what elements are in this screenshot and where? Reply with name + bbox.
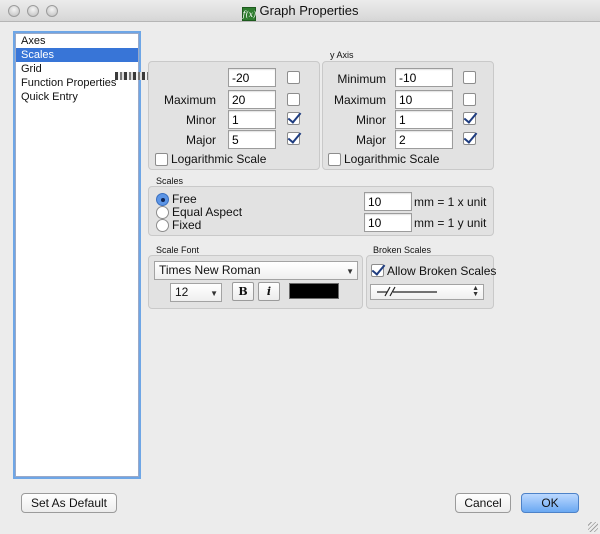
chevron-down-icon: ▼	[210, 289, 218, 298]
x-minor-auto-checkbox[interactable]	[287, 112, 300, 125]
x-minor-field[interactable]	[228, 110, 276, 129]
italic-button[interactable]: i	[258, 282, 280, 301]
y-minor-label: Minor	[355, 113, 386, 127]
scale-fixed-radio[interactable]	[156, 219, 169, 232]
font-color-swatch[interactable]	[289, 283, 339, 299]
stepper-icon: ▲ ▼	[472, 285, 479, 298]
scale-free-label: Free	[172, 192, 197, 206]
y-major-field[interactable]	[395, 130, 453, 149]
y-minimum-auto-checkbox[interactable]	[463, 71, 476, 84]
scale-equal-aspect-label: Equal Aspect	[172, 205, 243, 219]
y-minor-field[interactable]	[395, 110, 453, 129]
broken-scales-group-title: Broken Scales	[373, 245, 432, 255]
title-bar: f(x) Graph Properties	[0, 0, 600, 22]
font-family-value: Times New Roman	[159, 263, 261, 277]
x-major-auto-checkbox[interactable]	[287, 132, 300, 145]
cancel-button[interactable]: Cancel	[455, 493, 511, 513]
ok-button[interactable]: OK	[521, 493, 579, 513]
y-major-label: Major	[355, 133, 386, 147]
y-minimum-label: Minimum	[337, 72, 386, 86]
sidebar-item-quick-entry[interactable]: Quick Entry	[16, 90, 138, 104]
x-logarithmic-label: Logarithmic Scale	[171, 152, 267, 166]
y-mm-unit-label: mm = 1 y unit	[414, 216, 487, 230]
y-mm-per-unit-field[interactable]	[364, 213, 412, 232]
break-style-select[interactable]: ▲ ▼	[370, 284, 484, 300]
font-size-combo[interactable]: 12 ▼	[170, 283, 222, 302]
sidebar-item-axes[interactable]: Axes	[16, 34, 138, 48]
x-maximum-auto-checkbox[interactable]	[287, 93, 300, 106]
resize-grip-icon[interactable]	[588, 522, 598, 532]
y-minimum-field[interactable]	[395, 68, 453, 87]
x-maximum-field[interactable]	[228, 90, 276, 109]
scale-font-group-title: Scale Font	[156, 245, 200, 255]
y-logarithmic-checkbox[interactable]	[328, 153, 341, 166]
scales-group-title: Scales	[156, 176, 184, 186]
app-icon: f(x)	[241, 7, 256, 21]
y-maximum-field[interactable]	[395, 90, 453, 109]
category-list[interactable]: Axes Scales Grid Function Properties Qui…	[15, 33, 139, 477]
x-logarithmic-checkbox[interactable]	[155, 153, 168, 166]
chevron-down-icon: ▼	[346, 267, 354, 276]
y-maximum-label: Maximum	[333, 93, 386, 107]
x-major-label: Major	[185, 133, 216, 147]
window-title: Graph Properties	[259, 3, 359, 18]
y-maximum-auto-checkbox[interactable]	[463, 93, 476, 106]
x-maximum-label: Maximum	[163, 93, 216, 107]
set-as-default-button[interactable]: Set As Default	[21, 493, 117, 513]
y-axis-group-title: y Axis	[330, 50, 354, 60]
x-minor-label: Minor	[185, 113, 216, 127]
bold-button[interactable]: B	[232, 282, 254, 301]
x-mm-per-unit-field[interactable]	[364, 192, 412, 211]
x-mm-unit-label: mm = 1 x unit	[414, 195, 487, 209]
scale-equal-aspect-radio[interactable]	[156, 206, 169, 219]
window-title-group: f(x) Graph Properties	[0, 3, 600, 21]
font-size-value: 12	[175, 285, 189, 299]
allow-broken-scales-label: Allow Broken Scales	[387, 264, 497, 278]
scale-free-radio[interactable]	[156, 193, 169, 206]
x-minimum-field[interactable]	[228, 68, 276, 87]
x-major-field[interactable]	[228, 130, 276, 149]
scale-fixed-label: Fixed	[172, 218, 202, 232]
x-minimum-auto-checkbox[interactable]	[287, 71, 300, 84]
font-family-select[interactable]: Times New Roman ▼	[154, 261, 358, 280]
y-major-auto-checkbox[interactable]	[463, 132, 476, 145]
break-line-icon	[377, 286, 437, 297]
y-logarithmic-label: Logarithmic Scale	[344, 152, 440, 166]
sidebar-item-scales[interactable]: Scales	[16, 48, 138, 62]
allow-broken-scales-checkbox[interactable]	[371, 264, 384, 277]
y-minor-auto-checkbox[interactable]	[463, 112, 476, 125]
